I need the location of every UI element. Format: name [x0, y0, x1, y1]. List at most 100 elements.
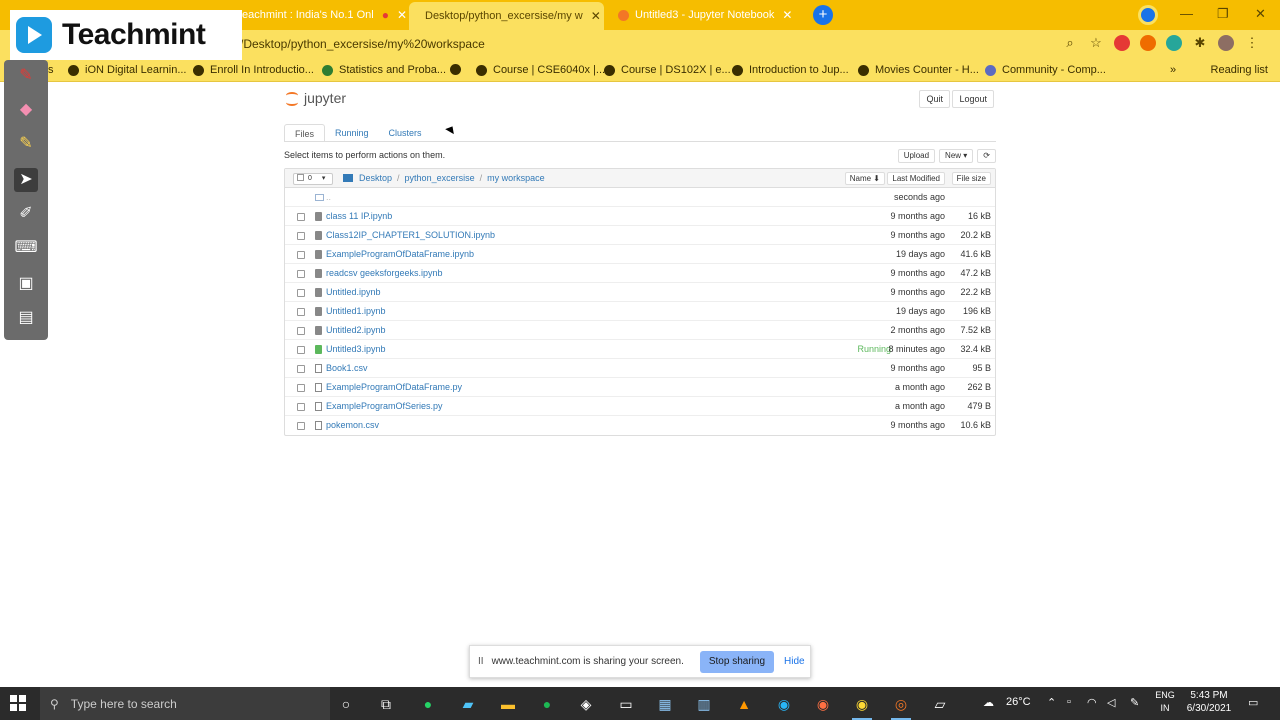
pointer-icon[interactable]: ➤ [14, 168, 38, 192]
row-checkbox[interactable] [297, 251, 305, 259]
row-checkbox[interactable] [297, 327, 305, 335]
app-icon[interactable]: ▦ [655, 694, 675, 714]
extension-icon[interactable] [1140, 35, 1156, 51]
breadcrumb-desktop[interactable]: Desktop [359, 173, 392, 183]
app-icon[interactable]: ◈ [576, 694, 596, 714]
logout-button[interactable]: Logout [952, 90, 994, 108]
file-name[interactable]: ExampleProgramOfDataFrame.py [326, 382, 462, 392]
restore-icon[interactable]: ❐ [1217, 6, 1229, 22]
file-explorer-icon[interactable]: ▬ [498, 694, 518, 714]
wifi-icon[interactable]: ◠ [1087, 696, 1097, 709]
menu-icon[interactable]: ⋮ [1244, 35, 1260, 51]
close-icon[interactable]: ✕ [782, 8, 792, 22]
bookmark-truncated[interactable]: s [48, 64, 54, 76]
pencil-icon[interactable]: ✐ [14, 202, 38, 226]
row-checkbox[interactable] [297, 289, 305, 297]
file-name[interactable]: Untitled3.ipynb [326, 344, 386, 354]
row-checkbox[interactable] [297, 213, 305, 221]
bookmark-item[interactable]: Course | CSE6040x |... [476, 64, 605, 76]
spotify-icon[interactable]: ● [537, 694, 557, 714]
language-indicator[interactable]: ENG IN [1152, 689, 1178, 715]
close-icon[interactable]: ✕ [591, 9, 601, 23]
select-all-checkbox[interactable] [297, 174, 304, 181]
bookmark-item[interactable]: Movies Counter - H... [858, 64, 979, 76]
row-checkbox[interactable] [297, 365, 305, 373]
table-row[interactable]: Untitled1.ipynb 19 days ago 196 kB [285, 302, 995, 321]
file-name[interactable]: .. [326, 192, 331, 202]
file-name[interactable]: Untitled1.ipynb [326, 306, 386, 316]
cortana-icon[interactable]: ○ [336, 694, 356, 714]
bookmark-item[interactable]: Community - Comp... [985, 64, 1106, 76]
bookmark-star-icon[interactable]: ☆ [1088, 35, 1104, 51]
firefox-icon[interactable]: ◉ [813, 694, 833, 714]
table-row[interactable]: readcsv geeksforgeeks.ipynb 9 months ago 4… [285, 264, 995, 283]
bookmark-item[interactable]: Statistics and Proba... [322, 64, 446, 76]
app-icon[interactable]: ▰ [458, 694, 478, 714]
app-icon[interactable]: ▭ [616, 694, 636, 714]
app-icon[interactable]: ▱ [930, 694, 950, 714]
avatar[interactable] [1218, 35, 1234, 51]
bookmarks-overflow-icon[interactable]: » [1170, 64, 1176, 76]
table-row-parent-dir[interactable]: .. seconds ago [285, 188, 995, 207]
file-name[interactable]: ExampleProgramOfDataFrame.ipynb [326, 249, 474, 259]
extensions-puzzle-icon[interactable]: ✱ [1192, 35, 1208, 51]
extension-icon[interactable] [1166, 35, 1182, 51]
red-pen-icon[interactable]: ✎ [14, 64, 38, 88]
jupyter-logo[interactable]: jupyter [286, 90, 346, 106]
home-folder-icon[interactable] [343, 174, 353, 182]
row-checkbox[interactable] [297, 270, 305, 278]
row-checkbox[interactable] [297, 422, 305, 430]
hide-button[interactable]: Hide [784, 656, 805, 667]
sort-by-name-button[interactable]: Name ⬇ [844, 172, 885, 185]
highlighter-icon[interactable]: ✎ [14, 132, 38, 156]
table-row[interactable]: ExampleProgramOfDataFrame.py a month ago 2… [285, 378, 995, 397]
breadcrumb-python-excersise[interactable]: python_excersise [405, 173, 475, 183]
file-name[interactable]: Book1.csv [326, 363, 368, 373]
table-row[interactable]: class 11 IP.ipynb 9 months ago 16 kB [285, 207, 995, 226]
stop-sharing-button[interactable]: Stop sharing [699, 650, 775, 673]
new-tab-button[interactable]: + [813, 5, 833, 25]
tab-clusters[interactable]: Clusters [379, 124, 432, 142]
calculator-icon[interactable]: ▥ [694, 694, 714, 714]
bookmark-item[interactable]: Introduction to Jup... [732, 64, 849, 76]
task-view-icon[interactable]: ⧉ [376, 694, 396, 714]
file-name[interactable]: class 11 IP.ipynb [326, 211, 392, 221]
eraser-icon[interactable]: ◆ [14, 98, 38, 122]
clock[interactable]: 5:43 PM 6/30/2021 [1180, 689, 1238, 715]
url-field[interactable]: /Desktop/python_excersise/my%20workspace [240, 37, 485, 51]
whiteboard-icon[interactable]: ▣ [14, 272, 38, 296]
refresh-icon[interactable]: ⟳ [977, 149, 996, 163]
row-checkbox[interactable] [297, 308, 305, 316]
tray-icon[interactable]: ▫ [1067, 696, 1071, 708]
weather-icon[interactable]: ☁ [983, 696, 994, 709]
row-checkbox[interactable] [297, 232, 305, 240]
bookmark-item[interactable]: Course | DS102X | e... [604, 64, 731, 76]
chrome-icon[interactable]: ◉ [852, 694, 872, 720]
row-checkbox[interactable] [297, 384, 305, 392]
file-name[interactable]: Untitled.ipynb [326, 287, 381, 297]
screen-icon[interactable]: ▤ [14, 306, 38, 330]
upload-button[interactable]: Upload [897, 149, 936, 163]
file-name[interactable]: ExampleProgramOfSeries.py [326, 401, 443, 411]
table-row[interactable]: ExampleProgramOfSeries.py a month ago 479 … [285, 397, 995, 416]
close-icon[interactable]: ✕ [397, 8, 407, 22]
quit-button[interactable]: Quit [919, 90, 950, 108]
edge-icon[interactable]: ◉ [774, 694, 794, 714]
keyboard-icon[interactable]: ⌨ [14, 236, 38, 260]
window-close-icon[interactable]: ✕ [1255, 6, 1266, 22]
sort-by-modified-button[interactable]: Last Modified [887, 172, 945, 185]
file-name[interactable]: pokemon.csv [326, 420, 379, 430]
browser-tab-teachmint[interactable]: eachmint : India's No.1 Onl ● ✕ [232, 4, 407, 26]
table-row[interactable]: Untitled2.ipynb 2 months ago 7.52 kB [285, 321, 995, 340]
browser-tab-untitled3[interactable]: Untitled3 - Jupyter Notebook ✕ [608, 4, 806, 26]
extension-icon[interactable] [1114, 35, 1130, 51]
weather-temperature[interactable]: 26°C [1006, 696, 1031, 708]
bookmark-item[interactable]: iON Digital Learnin... [68, 64, 187, 76]
table-row[interactable]: Class12IP_CHAPTER1_SOLUTION.ipynb 9 month… [285, 226, 995, 245]
whatsapp-icon[interactable]: ● [418, 694, 438, 714]
taskbar-search-input[interactable]: ⚲ Type here to search [40, 687, 330, 720]
select-all-dropdown[interactable]: 0 ▾ [293, 173, 333, 185]
jupyter-taskbar-icon[interactable]: ◎ [891, 694, 911, 720]
zoom-icon[interactable]: ⌕ [1062, 35, 1078, 51]
bookmark-item[interactable] [450, 64, 467, 75]
